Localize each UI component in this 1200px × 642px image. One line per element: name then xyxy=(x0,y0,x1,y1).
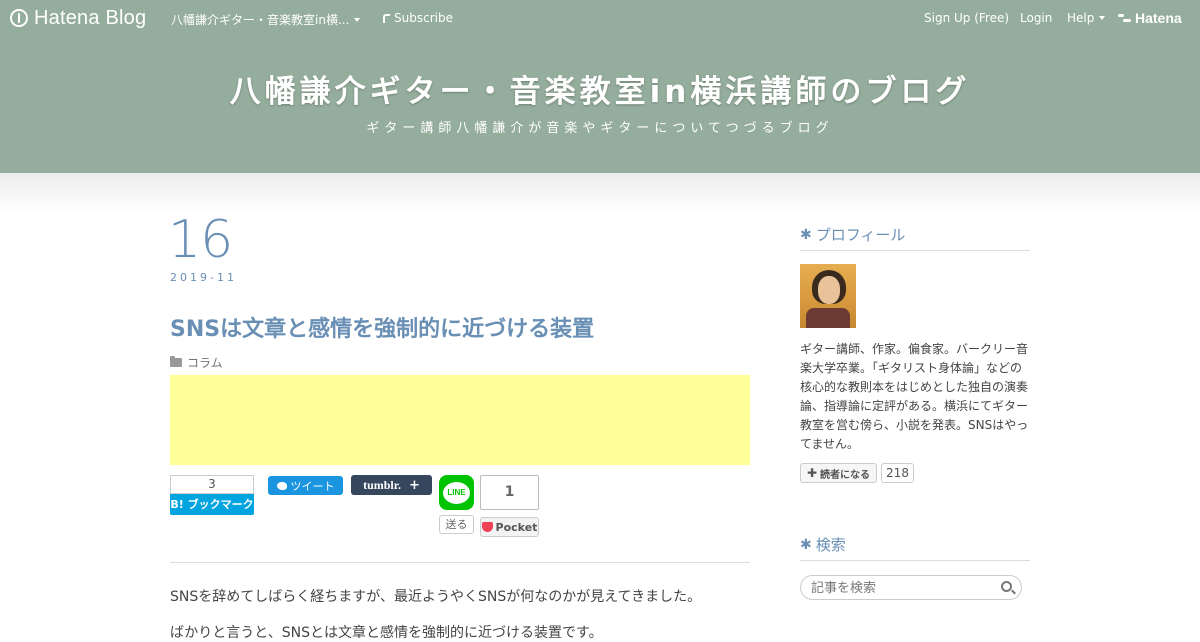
avatar-face xyxy=(818,276,840,304)
search-input[interactable] xyxy=(811,579,991,597)
search-box xyxy=(800,575,1022,600)
category-label: コラム xyxy=(187,356,223,370)
tweet-button[interactable]: ツイート xyxy=(268,476,343,495)
hatena-blog-logo-text: Hatena Blog xyxy=(34,6,147,29)
login-link[interactable]: Login xyxy=(1020,11,1052,25)
tumblr-share-button[interactable]: tumblr. + xyxy=(351,475,432,495)
blog-menu-dropdown[interactable]: 八幡謙介ギター・音楽教室in横... xyxy=(171,11,361,28)
help-menu[interactable]: Help xyxy=(1067,11,1106,25)
plus-icon: + xyxy=(409,477,420,493)
folder-icon xyxy=(170,356,182,367)
pocket-count: 1 xyxy=(480,475,539,510)
hatena-icon xyxy=(1118,14,1132,22)
plus-icon: ✚ xyxy=(806,466,818,480)
profile-description: ギター講師、作家。偏食家。バークリー音楽大学卒業。「ギタリスト身体論」などの核心… xyxy=(800,342,1029,451)
subscribe-label: Subscribe xyxy=(394,11,453,25)
ad-slot xyxy=(170,375,750,465)
avatar-body xyxy=(806,308,850,328)
search-title-label: 検索 xyxy=(815,536,846,554)
hatena-blog-icon xyxy=(10,9,28,27)
line-icon: LINE xyxy=(443,481,470,504)
entry-date-day[interactable]: 16 xyxy=(168,210,233,270)
chevron-down-icon xyxy=(354,17,361,22)
tweet-label: ツイート xyxy=(290,479,335,493)
blog-menu-label: 八幡謙介ギター・音楽教室in横... xyxy=(171,13,350,27)
tumblr-label: tumblr. xyxy=(363,477,401,492)
rss-icon xyxy=(383,13,390,23)
header-shadow xyxy=(0,173,1200,213)
entry-paragraph: SNSを辞めてしばらく経ちますが、最近ようやくSNSが何なのかが見えてきました。 xyxy=(170,589,702,605)
hatena-blog-logo[interactable]: Hatena Blog xyxy=(10,7,146,29)
entry-paragraph: ばかりと言うと、SNSとは文章と感情を強制的に近づける装置です。 xyxy=(170,625,603,641)
help-label: Help xyxy=(1067,11,1095,25)
blog-title[interactable]: 八幡謙介ギター・音楽教室in横浜講師のブログ xyxy=(0,66,1200,111)
profile-module-title: ✱ プロフィール xyxy=(800,224,1030,251)
entry-date-year-month[interactable]: 2019-11 xyxy=(170,271,237,284)
subscribe-button[interactable]: Subscribe xyxy=(383,11,453,25)
global-header: Hatena Blog 八幡謙介ギター・音楽教室in横... Subscribe… xyxy=(0,0,1200,36)
follow-button[interactable]: ✚ 読者になる xyxy=(800,463,877,483)
line-share-button[interactable]: LINE xyxy=(439,475,474,510)
search-icon[interactable] xyxy=(1001,581,1012,592)
hatena-bookmark-label: B! ブックマーク xyxy=(170,494,254,515)
hatena-bookmark-button[interactable]: 3 B! ブックマーク xyxy=(170,475,254,515)
chevron-down-icon xyxy=(1099,16,1106,20)
follower-count[interactable]: 218 xyxy=(881,463,914,483)
asterisk-icon: ✱ xyxy=(800,226,812,243)
entry-title[interactable]: SNSは文章と感情を強制的に近づける装置 xyxy=(170,311,594,343)
entry-divider xyxy=(170,562,750,563)
follow-label: 読者になる xyxy=(820,469,871,481)
asterisk-icon: ✱ xyxy=(800,536,812,553)
avatar[interactable] xyxy=(800,264,856,328)
profile-title-label: プロフィール xyxy=(815,226,906,244)
pocket-button[interactable]: Pocket xyxy=(480,517,539,537)
entry-category[interactable]: コラム xyxy=(170,354,223,371)
line-send-button[interactable]: 送る xyxy=(439,515,474,534)
blog-description: ギター講師八幡謙介が音楽やギターについてつづるブログ xyxy=(366,121,834,136)
pocket-label: Pocket xyxy=(495,520,538,534)
hatena-logo-text: Hatena xyxy=(1135,10,1182,26)
twitter-bird-icon xyxy=(276,481,287,490)
hatena-logo[interactable]: Hatena xyxy=(1118,10,1182,26)
pocket-icon xyxy=(481,522,493,532)
hatena-bookmark-count: 3 xyxy=(170,475,254,494)
signup-link[interactable]: Sign Up (Free) xyxy=(924,11,1009,25)
blog-header: Hatena Blog 八幡謙介ギター・音楽教室in横... Subscribe… xyxy=(0,0,1200,173)
search-module-title: ✱ 検索 xyxy=(800,534,1030,561)
